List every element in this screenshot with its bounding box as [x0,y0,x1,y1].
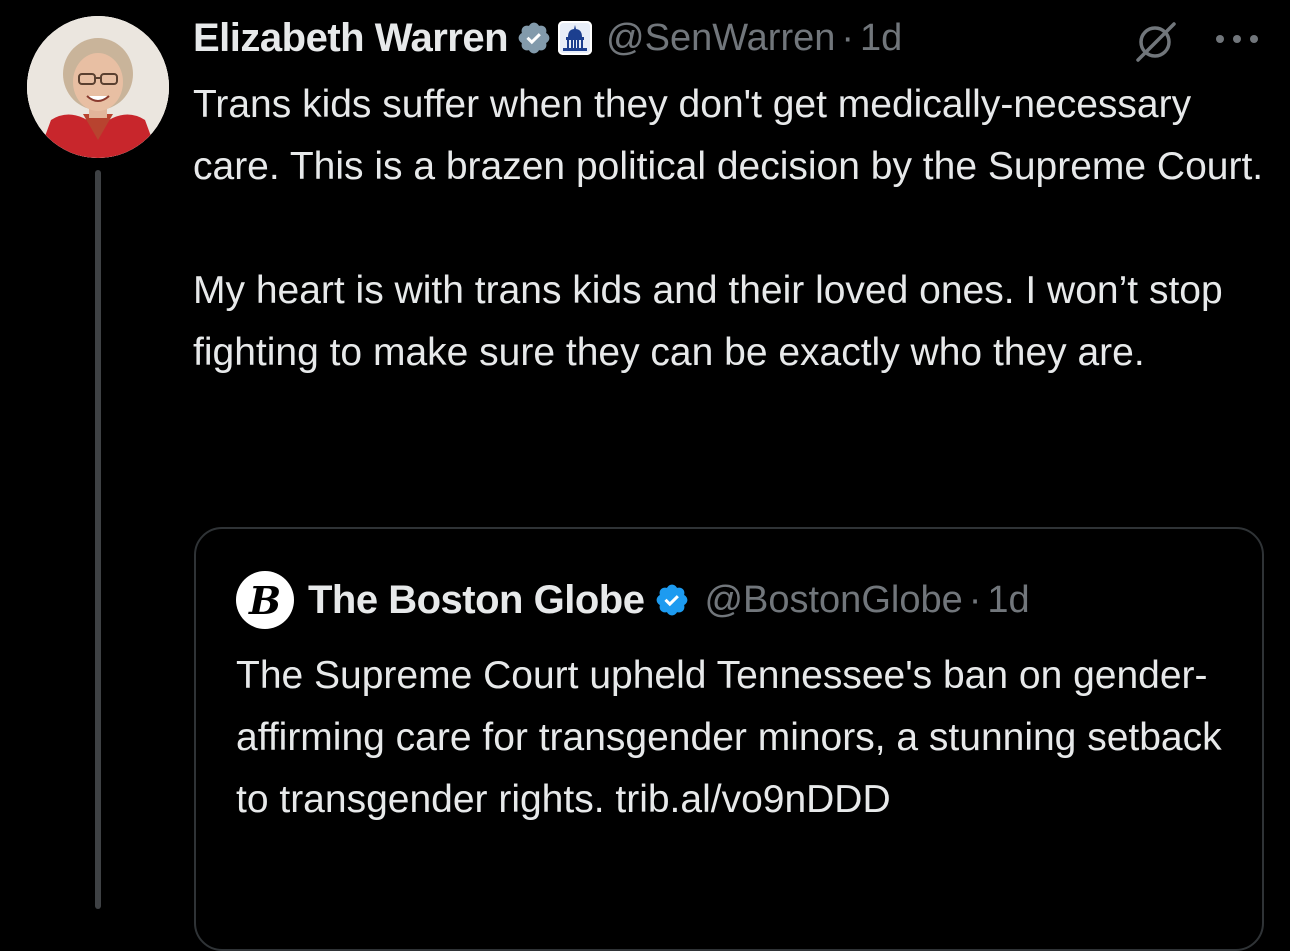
tweet-text: Trans kids suffer when they don't get me… [193,74,1273,384]
logo-letter: B [248,577,282,623]
capitol-building-icon[interactable] [558,21,593,55]
quoted-author-name[interactable]: The Boston Globe [308,578,645,623]
quoted-tweet[interactable]: B The Boston Globe @BostonGlobe · 1d The… [194,527,1264,951]
tweet[interactable]: Elizabeth Warren @SenWarren · 1d Trans k… [0,0,1290,951]
tweet-header: Elizabeth Warren @SenWarren · 1d [193,12,902,64]
separator-dot: · [841,16,855,59]
author-avatar[interactable] [27,16,169,158]
thread-line [95,170,101,909]
grok-icon[interactable] [1134,22,1180,62]
quoted-tweet-text: The Supreme Court upheld Tennessee's ban… [236,654,1222,821]
boston-globe-logo[interactable]: B [236,571,294,629]
quoted-tweet-header: B The Boston Globe @BostonGlobe · 1d [236,571,1030,629]
tweet-paragraph: Trans kids suffer when they don't get me… [193,83,1264,188]
tweet-paragraph: My heart is with trans kids and their lo… [193,269,1223,374]
author-name[interactable]: Elizabeth Warren [193,16,509,61]
more-options-icon[interactable] [1214,32,1260,44]
tweet-timestamp[interactable]: 1d [860,17,902,60]
separator-dot: · [968,578,982,621]
gray-verified-badge-icon[interactable] [516,20,552,56]
quoted-tweet-timestamp: 1d [987,578,1030,621]
author-handle[interactable]: @SenWarren [606,17,835,60]
blue-verified-badge-icon [654,582,690,618]
quoted-author-handle: @BostonGlobe [704,578,963,621]
